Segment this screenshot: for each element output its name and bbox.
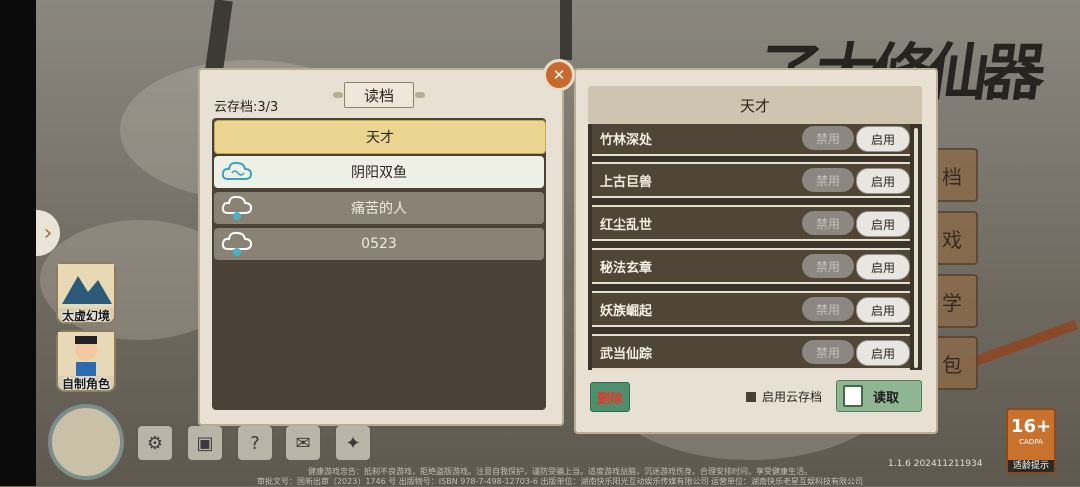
mod-name: 上古巨兽 xyxy=(600,175,653,190)
mod-list[interactable]: 竹林深处 禁用 启用 上古巨兽 禁用 启用 红尘乱世 禁用 启用 秘法玄章 禁用… xyxy=(588,124,922,370)
news-icon[interactable]: ✦ xyxy=(334,424,372,462)
mod-name: 竹林深处 xyxy=(600,133,653,148)
rating-org: CADPA xyxy=(1019,438,1043,446)
license-notice: 审批文号：国新出审〔2023〕1746 号 出版物号：ISBN 978-7-49… xyxy=(256,477,864,486)
cloud-save-toggle[interactable]: 启用云存档 xyxy=(746,388,822,405)
enable-button[interactable]: 启用 xyxy=(856,126,910,152)
disable-button[interactable]: 禁用 xyxy=(802,297,854,321)
cloud-icon xyxy=(221,161,253,180)
side-button-label: 太虚幻境 xyxy=(61,309,110,323)
character-icon xyxy=(58,332,114,376)
mod-row: 武当仙踪 禁用 启用 xyxy=(592,334,910,370)
cloud-upload-icon xyxy=(221,195,253,220)
enable-button[interactable]: 启用 xyxy=(856,340,910,366)
left-black-bar xyxy=(0,0,36,486)
tab-load[interactable]: 读档 xyxy=(333,82,425,108)
disable-button[interactable]: 禁用 xyxy=(802,254,854,278)
save-slot[interactable]: 0523 xyxy=(214,228,544,260)
enable-button[interactable]: 启用 xyxy=(856,211,910,237)
save-slot[interactable]: 阴阳双鱼 xyxy=(214,156,544,188)
save-disk-icon xyxy=(843,385,863,407)
disable-button[interactable]: 禁用 xyxy=(802,211,854,235)
load-button[interactable]: 读取 xyxy=(836,380,922,412)
mod-name: 妖族崛起 xyxy=(600,304,653,319)
age-rating-badge: 16+ CADPA 适龄提示 xyxy=(1006,408,1056,474)
side-button-custom-character[interactable]: 自制角色 xyxy=(56,330,116,392)
save-slot[interactable]: 痛苦的人 xyxy=(214,192,544,224)
enable-button[interactable]: 启用 xyxy=(856,254,910,280)
mod-row: 竹林深处 禁用 启用 xyxy=(592,124,910,156)
mod-row: 妖族崛起 禁用 启用 xyxy=(592,291,910,327)
mod-name: 红尘乱世 xyxy=(600,218,653,233)
cloud-save-toggle-label: 启用云存档 xyxy=(762,390,823,404)
side-button-taixu[interactable]: 太虚幻境 xyxy=(56,262,116,324)
rating-tip: 适龄提示 xyxy=(1008,460,1054,472)
mod-row: 上古巨兽 禁用 启用 xyxy=(592,162,910,198)
mod-name: 武当仙踪 xyxy=(600,347,653,362)
mod-row: 秘法玄章 禁用 启用 xyxy=(592,248,910,284)
cloud-save-count: 云存档:3/3 xyxy=(214,100,279,115)
close-icon[interactable]: ✕ xyxy=(543,59,575,91)
age-rating: 16+ xyxy=(1010,416,1052,437)
side-button-label: 自制角色 xyxy=(61,377,110,391)
disable-button[interactable]: 禁用 xyxy=(802,168,854,192)
save-detail-panel: 天才 竹林深处 禁用 启用 上古巨兽 禁用 启用 红尘乱世 禁用 启用 秘法玄章… xyxy=(574,68,938,434)
mod-row: 红尘乱世 禁用 启用 xyxy=(592,205,910,241)
mod-list-scrollbar[interactable] xyxy=(914,128,918,368)
cloud-upload-icon xyxy=(221,231,253,256)
disable-button[interactable]: 禁用 xyxy=(802,126,854,150)
player-avatar[interactable] xyxy=(48,404,124,480)
delete-button[interactable]: 删除 xyxy=(590,382,630,412)
disable-button[interactable]: 禁用 xyxy=(802,340,854,364)
help-icon[interactable]: ? xyxy=(236,424,274,462)
version-text: 1.1.6 202411211934 xyxy=(888,459,983,469)
gallery-icon[interactable]: ▣ xyxy=(186,424,224,462)
save-slot-label: 0523 xyxy=(361,236,397,252)
mail-icon[interactable]: ✉ xyxy=(284,424,322,462)
enable-button[interactable]: 启用 xyxy=(856,297,910,323)
save-slot[interactable]: 天才 xyxy=(214,120,546,154)
save-detail-title: 天才 xyxy=(588,86,922,124)
settings-gear-icon[interactable]: ⚙ xyxy=(136,424,174,462)
load-save-panel: 云存档:3/3 读档 天才 阴阳双鱼 痛苦的人 0523 xyxy=(198,68,564,426)
mountain-icon xyxy=(58,264,114,308)
enable-button[interactable]: 启用 xyxy=(856,168,910,194)
save-slot-label: 阴阳双鱼 xyxy=(351,165,407,181)
save-slot-label: 天才 xyxy=(366,130,394,146)
mod-name: 秘法玄章 xyxy=(600,261,653,276)
load-button-label: 读取 xyxy=(873,390,900,406)
save-slot-label: 痛苦的人 xyxy=(351,201,407,217)
checkbox-icon[interactable] xyxy=(746,392,756,402)
